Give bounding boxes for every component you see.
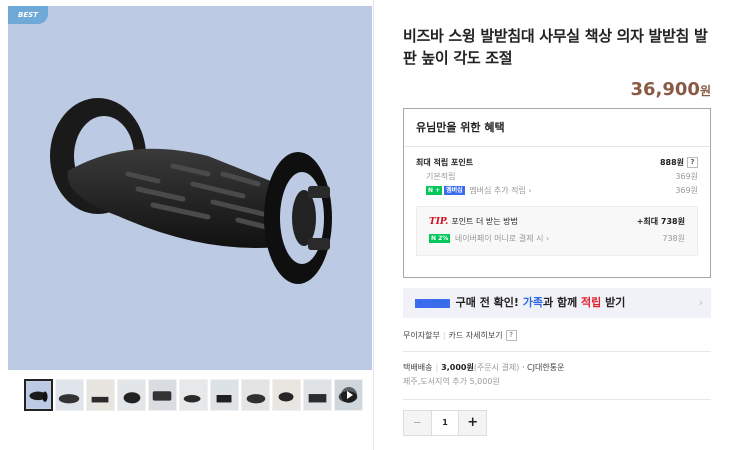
banner-text-family: 가족 — [522, 296, 543, 309]
product-page: BEST 비즈바 스윙 발받침대 사무실 책상 의자 발받침 발판 높이 각도 … — [0, 0, 743, 450]
shipping-label: 택배배송 — [403, 363, 433, 372]
tip-value: +최대 738원 — [636, 217, 685, 226]
quantity-input[interactable]: 1 — [430, 411, 460, 435]
thumbnail[interactable] — [24, 379, 53, 411]
membership-points-label: 멤버십 추가 적립 › — [469, 186, 532, 195]
banner-text-1: 구매 전 확인! — [455, 296, 523, 309]
product-info: 비즈바 스윙 발받침대 사무실 책상 의자 발받침 발판 높이 각도 조절 36… — [403, 0, 711, 436]
banner-text-3: 받기 — [601, 296, 626, 309]
banner-text-2: 과 함께 — [543, 296, 582, 309]
thumbnail[interactable] — [86, 379, 115, 411]
chevron-right-icon: › — [698, 296, 703, 309]
shipping-extra: 제주,도서지역 추가 5,000원 — [403, 376, 711, 400]
membership-points-value: 369원 — [675, 186, 698, 195]
shipping-row: 택배배송 | 3,000원(주문시 결제) · CJ대한통운 — [403, 363, 565, 372]
thumbnail[interactable] — [117, 379, 146, 411]
money-payment-link[interactable]: N 2% 네이버페이 머니로 결제 시 › — [429, 233, 549, 244]
basic-points-label: 기본적립 — [426, 172, 456, 181]
thumbnail-strip — [24, 379, 363, 411]
card-details-link[interactable]: 카드 자세히보기 — [449, 331, 503, 340]
help-icon[interactable]: ? — [687, 157, 698, 168]
money-payment-label: 네이버페이 머니로 결제 시 › — [454, 234, 550, 243]
thumbnail[interactable] — [148, 379, 177, 411]
banner-text-points: 적립 — [581, 296, 602, 309]
max-points-row: 최대 적립 포인트 888원? — [404, 157, 710, 168]
npay-badge: N + — [426, 186, 443, 195]
price-row: 36,900원 — [403, 79, 711, 100]
thumbnail[interactable] — [303, 379, 332, 411]
product-price: 36,900 — [630, 79, 700, 100]
membership-points-row: N + 멤버십 멤버십 추가 적립 › 369원 — [404, 185, 710, 196]
money-payment-value: 738원 — [662, 234, 685, 243]
play-icon — [340, 387, 357, 403]
thumbnail[interactable] — [272, 379, 301, 411]
basic-points-value: 369원 — [675, 172, 698, 181]
benefit-heading: 유님만을 위한 혜택 — [404, 109, 710, 147]
tip-box: TIP. 포인트 더 받는 방법 +최대 738원 N 2% 네이버페이 머니로 … — [416, 206, 698, 256]
footrest-illustration — [50, 98, 332, 284]
npay-money-badge: N 2% — [429, 234, 451, 243]
shipping-fee: 3,000원 — [441, 363, 474, 372]
product-gallery: BEST — [0, 0, 374, 450]
main-product-image[interactable]: BEST — [8, 6, 372, 370]
max-points-value: 888원 — [659, 158, 684, 167]
membership-badge: 멤버십 — [444, 186, 465, 195]
quantity-stepper: − 1 + — [403, 410, 487, 436]
video-thumbnail[interactable] — [334, 379, 363, 411]
thumbnail[interactable] — [179, 379, 208, 411]
help-icon[interactable]: ? — [505, 330, 517, 341]
quantity-plus-button[interactable]: + — [459, 411, 487, 435]
thumbnail[interactable] — [55, 379, 84, 411]
product-title: 비즈바 스윙 발받침대 사무실 책상 의자 발받침 발판 높이 각도 조절 — [403, 27, 708, 67]
tip-label: 포인트 더 받는 방법 — [451, 217, 518, 226]
thumbnail[interactable] — [241, 379, 270, 411]
membership-points-link[interactable]: N + 멤버십 멤버십 추가 적립 › — [426, 185, 532, 196]
shipping-fee-note: (주문시 결제) — [473, 363, 520, 372]
tip-prefix: TIP. — [429, 217, 449, 227]
currency-unit: 원 — [699, 84, 711, 98]
installment-label: 무이자할부 — [403, 331, 440, 340]
benefit-box: 유님만을 위한 혜택 최대 적립 포인트 888원? 기본적립 369원 N +… — [403, 108, 711, 278]
money-payment-row: N 2% 네이버페이 머니로 결제 시 › 738원 — [429, 233, 685, 244]
best-badge: BEST — [8, 6, 48, 24]
shipping-carrier: · CJ대한통운 — [521, 363, 565, 372]
tip-row: TIP. 포인트 더 받는 방법 +최대 738원 — [429, 216, 685, 227]
thumbnail[interactable] — [210, 379, 239, 411]
basic-points-row: 기본적립 369원 — [404, 171, 710, 182]
installment-row: 무이자할부 | 카드 자세히보기? — [403, 330, 711, 352]
max-points-label: 최대 적립 포인트 — [416, 158, 474, 167]
family-points-banner[interactable]: N + 멤버십 구매 전 확인! 가족과 함께 적립 받기 › — [403, 288, 711, 318]
membership-banner-badge: N + 멤버십 — [415, 298, 450, 308]
quantity-minus-button[interactable]: − — [404, 411, 431, 435]
